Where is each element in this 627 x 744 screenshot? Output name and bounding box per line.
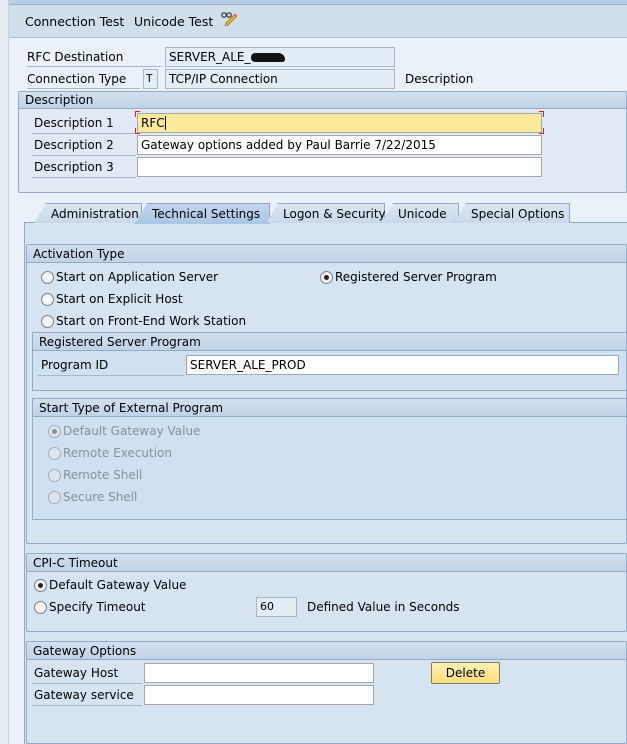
description-3-label: Description 3 xyxy=(32,160,136,178)
radio-label: Default Gateway Value xyxy=(63,424,201,438)
radio-label: Start on Explicit Host xyxy=(56,292,183,306)
radio-icon xyxy=(41,270,54,284)
connection-type-label: Connection Type xyxy=(27,72,140,89)
tab-technical-settings[interactable]: Technical Settings xyxy=(135,203,270,224)
connection-test-button[interactable]: Connection Test xyxy=(25,14,124,29)
rfc-destination-field[interactable]: SERVER_ALE_ xyxy=(165,47,395,67)
description-2-input[interactable]: Gateway options added by Paul Barrie 7/2… xyxy=(137,135,542,155)
radio-start-on-front-end-work-station[interactable]: Start on Front-End Work Station xyxy=(41,314,246,328)
description-1-value: RFC xyxy=(141,116,165,130)
gateway-options-title: Gateway Options xyxy=(27,642,626,660)
unicode-test-button[interactable]: Unicode Test xyxy=(134,14,213,29)
radio-secure-shell: Secure Shell xyxy=(48,490,137,504)
focus-bracket xyxy=(135,128,140,134)
radio-icon xyxy=(41,314,54,328)
tab-special-options[interactable]: Special Options xyxy=(454,203,570,223)
tab-logon-security[interactable]: Logon & Security xyxy=(266,203,385,223)
radio-label: Secure Shell xyxy=(63,490,138,504)
gateway-service-input[interactable] xyxy=(144,685,374,705)
radio-default-gateway-value-start: Default Gateway Value xyxy=(48,424,200,438)
radio-label: Start on Application Server xyxy=(56,270,219,284)
description-group-title: Description xyxy=(19,92,626,109)
program-id-label: Program ID xyxy=(38,358,184,376)
radio-icon xyxy=(48,468,61,482)
radio-selected-icon xyxy=(320,270,333,284)
gateway-host-input[interactable] xyxy=(144,663,374,683)
connection-type-description-label: Description xyxy=(405,72,474,86)
application-toolbar: Connection Test Unicode Test xyxy=(9,5,627,38)
radio-remote-execution: Remote Execution xyxy=(48,446,172,460)
timeout-unit-label: Defined Value in Seconds xyxy=(307,600,460,614)
radio-label: Default Gateway Value xyxy=(49,578,187,592)
radio-selected-icon xyxy=(48,424,61,438)
description-2-label: Description 2 xyxy=(32,138,136,156)
gateway-service-label: Gateway service xyxy=(32,688,142,706)
rfc-destination-value: SERVER_ALE_ xyxy=(169,50,251,64)
focus-bracket xyxy=(135,111,140,117)
radio-label: Start on Front-End Work Station xyxy=(56,314,247,328)
radio-start-on-application-server[interactable]: Start on Application Server xyxy=(41,270,218,284)
connection-type-code[interactable]: T xyxy=(143,69,158,89)
delete-button[interactable]: Delete xyxy=(431,662,500,684)
focus-bracket xyxy=(539,111,544,117)
radio-default-gateway-value-timeout[interactable]: Default Gateway Value xyxy=(34,578,186,592)
description-1-input[interactable]: RFC xyxy=(137,113,542,133)
radio-icon xyxy=(48,446,61,460)
radio-label: Remote Shell xyxy=(63,468,143,482)
radio-remote-shell: Remote Shell xyxy=(48,468,142,482)
redaction-mark xyxy=(250,53,285,62)
description-3-input[interactable] xyxy=(137,157,542,177)
glasses-pencil-icon[interactable] xyxy=(220,11,238,32)
tab-unicode[interactable]: Unicode xyxy=(381,203,459,223)
start-type-title: Start Type of External Program xyxy=(33,399,626,417)
program-id-input[interactable]: SERVER_ALE_PROD xyxy=(186,355,619,375)
registered-server-program-title: Registered Server Program xyxy=(33,333,626,351)
radio-icon xyxy=(34,600,47,614)
radio-start-on-explicit-host[interactable]: Start on Explicit Host xyxy=(41,292,183,306)
radio-label: Remote Execution xyxy=(63,446,173,460)
radio-icon xyxy=(41,292,54,306)
text-cursor xyxy=(164,116,166,130)
cpic-timeout-title: CPI-C Timeout xyxy=(27,554,626,572)
radio-label: Specify Timeout xyxy=(49,600,146,614)
description-1-label: Description 1 xyxy=(32,116,136,134)
radio-specify-timeout[interactable]: Specify Timeout xyxy=(34,600,146,614)
tab-administration[interactable]: Administration xyxy=(34,203,142,223)
activation-type-title: Activation Type xyxy=(27,245,626,263)
gateway-host-label: Gateway Host xyxy=(32,666,142,684)
radio-selected-icon xyxy=(34,578,47,592)
connection-type-value: TCP/IP Connection xyxy=(165,69,395,89)
rfc-destination-label: RFC Destination xyxy=(27,50,161,67)
radio-icon xyxy=(48,490,61,504)
left-border xyxy=(0,0,9,744)
timeout-value-field[interactable]: 60 xyxy=(256,597,297,617)
radio-label: Registered Server Program xyxy=(335,270,497,284)
radio-registered-server-program[interactable]: Registered Server Program xyxy=(320,270,497,284)
focus-bracket xyxy=(539,128,544,134)
cpic-timeout-group: CPI-C Timeout xyxy=(26,553,627,632)
